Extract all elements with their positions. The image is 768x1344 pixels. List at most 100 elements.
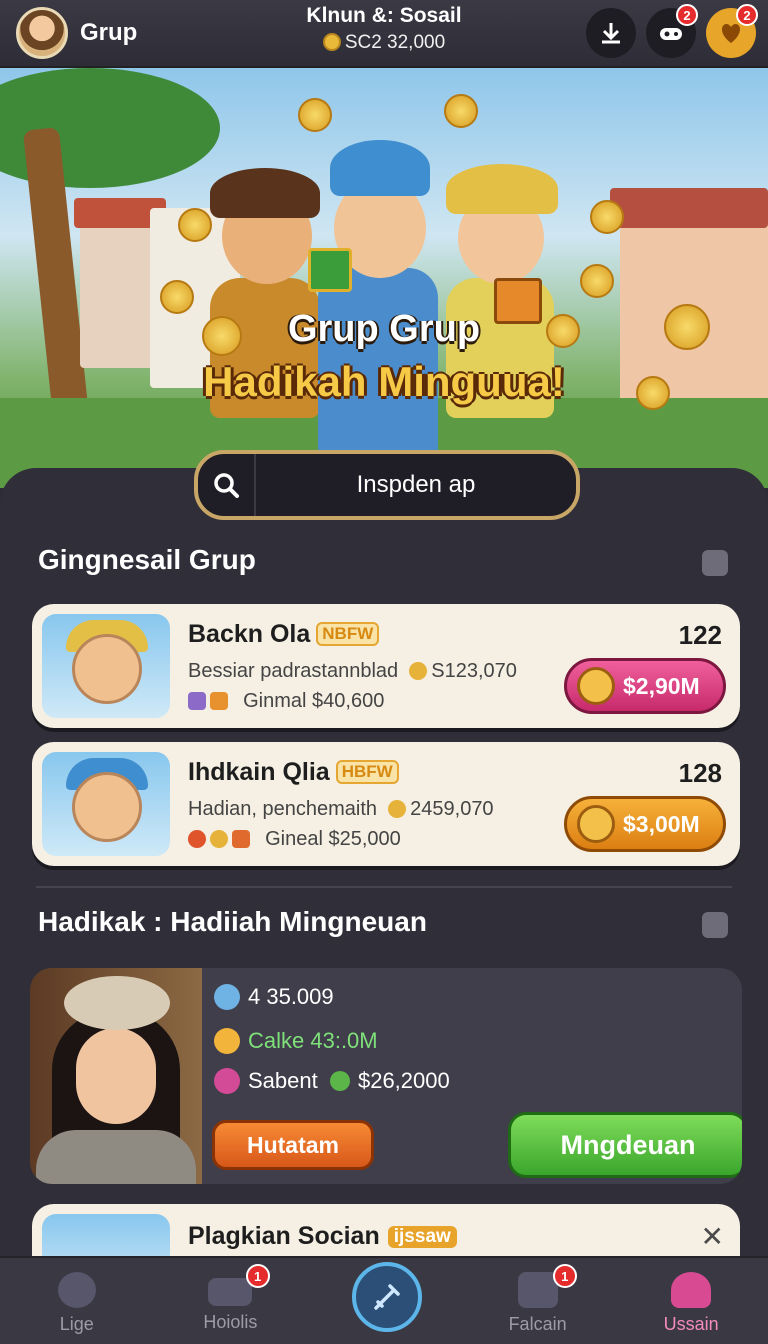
key-icon: [409, 662, 428, 680]
coin-icon: [298, 98, 332, 132]
card-description-text: Bessiar padrastannblad: [188, 660, 399, 682]
weekly-stat-row: Calke 43:.0M: [214, 1028, 378, 1054]
nav-item-hoiolis[interactable]: Hoiolis 1: [154, 1258, 308, 1344]
avatar[interactable]: [16, 7, 68, 59]
kid-left-hair: [210, 168, 320, 218]
car-icon: [208, 1278, 253, 1306]
fire-icon: [188, 830, 206, 848]
gift-box: [308, 248, 352, 292]
notification-badge: 2: [676, 4, 698, 26]
nav-label: Falcain: [508, 1314, 567, 1334]
card-name: Plagkian Socian ijssaw: [188, 1222, 457, 1251]
weekly-stat-value: Calke 43:.0M: [248, 1028, 378, 1053]
kid-right-hat: [446, 164, 558, 214]
top-icons: 2 2: [586, 4, 758, 58]
top-bar: Grup Klnun &: Sosail SC2 32,000 2 2: [0, 0, 768, 68]
weekly-stat-value: 4 35.009: [248, 984, 334, 1009]
money-icon: [329, 1071, 350, 1091]
badge-icon: [232, 830, 250, 848]
hero-banner: Grup Grup Hadikah Minguua!: [0, 68, 768, 488]
nav-label: Ussain: [663, 1314, 719, 1334]
secondary-button[interactable]: Hutatam: [212, 1120, 374, 1170]
section-title-groups: Gingnesail Grup: [38, 544, 256, 575]
search-bar[interactable]: Inspden ap: [194, 450, 580, 520]
primary-button[interactable]: Mngdeuan: [508, 1112, 742, 1178]
card-name: Backn Ola NBFW: [188, 620, 380, 649]
card-stats-text: Ginmal $40,600: [243, 690, 385, 712]
center-action-button[interactable]: [352, 1262, 422, 1332]
card-thumbnail: [42, 752, 170, 856]
edit-icon[interactable]: [702, 550, 728, 576]
card-name-text: Plagkian Socian: [188, 1222, 380, 1250]
card-description-text: Hadian, penchemaith: [188, 798, 378, 820]
card-name-text: Ihdkain Qlia: [188, 758, 330, 786]
download-icon[interactable]: [586, 8, 636, 58]
controller-icon[interactable]: 2: [646, 4, 698, 58]
user-icon: [671, 1272, 712, 1308]
portrait-coat: [36, 1130, 196, 1184]
card-description-value: 2459,070: [410, 798, 494, 820]
search-icon[interactable]: [198, 454, 256, 516]
weekly-stat-row: Sabent $26,2000: [214, 1068, 450, 1094]
sword-icon: [374, 1284, 400, 1310]
list-item[interactable]: Backn Ola NBFW Bessiar padrastannblad S12…: [32, 604, 740, 728]
winner-portrait: [30, 968, 202, 1184]
notification-badge: 1: [552, 1264, 577, 1288]
coin-icon: [590, 200, 624, 234]
card-tag: ijssaw: [387, 1226, 457, 1248]
card-stats-text: Gineal $25,000: [265, 828, 401, 850]
group-label[interactable]: Grup: [80, 19, 137, 47]
weekly-stat-row: 4 35.009: [214, 984, 334, 1010]
card-description: Bessiar padrastannblad S123,070: [188, 660, 517, 683]
coin-icon: [214, 1028, 240, 1054]
nav-label: Hoiolis: [203, 1312, 258, 1332]
prize-button[interactable]: $3,00M: [564, 796, 726, 852]
coin-balance-value: SC2 32,000: [344, 32, 446, 53]
card-count: 122: [678, 620, 722, 650]
weekly-stat-label: Sabent: [248, 1068, 318, 1093]
dog-icon: [57, 1272, 96, 1308]
nav-item-lige[interactable]: Lige: [0, 1258, 154, 1344]
prize-button-label: $3,00M: [623, 810, 700, 837]
house-right-roof: [610, 188, 768, 228]
heart-gift-icon[interactable]: 2: [706, 4, 758, 58]
notification-badge: 1: [245, 1264, 270, 1288]
rocket-icon: [214, 984, 240, 1010]
banner-subtitle: Hadikah Minguua!: [203, 358, 565, 405]
card-thumbnail: [42, 614, 170, 718]
coin-icon: [178, 208, 212, 242]
key-icon: [388, 800, 407, 818]
edit-icon[interactable]: [702, 912, 728, 938]
portrait-beret: [64, 976, 170, 1030]
list-item[interactable]: Ihdkain Qlia HBFW Hadian, penchemaith 245…: [32, 742, 740, 866]
prize-button[interactable]: $2,90M: [564, 658, 726, 714]
card-name: Ihdkain Qlia HBFW: [188, 758, 399, 787]
notification-badge: 2: [736, 4, 758, 26]
close-icon[interactable]: ✕: [701, 1220, 724, 1253]
card-tag: HBFW: [335, 760, 399, 784]
coin-icon: [577, 667, 615, 705]
kid-center-cap: [330, 140, 430, 196]
portrait-face: [76, 1028, 156, 1124]
banner-title: Grup Grup: [287, 308, 481, 350]
badge-icon: [188, 692, 206, 710]
weekly-stat-value: $26,2000: [357, 1068, 450, 1093]
search-input[interactable]: Inspden ap: [256, 471, 576, 499]
card-name-text: Backn Ola: [188, 620, 311, 648]
card-stats: Gineal $25,000: [188, 828, 401, 851]
smiley-coin-icon: [577, 805, 615, 843]
nav-item-falcain[interactable]: Falcain 1: [461, 1258, 615, 1344]
weekly-prize-card: 4 35.009 Calke 43:.0M Sabent $26,2000 Hu…: [30, 968, 742, 1184]
section-title-weekly: Hadikak : Hadiiah Mingneuan: [38, 906, 427, 937]
coin-icon: [322, 33, 341, 51]
nav-item-ussain[interactable]: Ussain: [614, 1258, 768, 1344]
thumbnail-face: [72, 772, 142, 842]
share-icon: [517, 1272, 558, 1308]
prize-button-label: $2,90M: [623, 672, 700, 699]
card-count: 128: [678, 758, 722, 788]
thumbnail-face: [72, 634, 142, 704]
card-stats: Ginmal $40,600: [188, 690, 384, 713]
card-description-value: S123,070: [431, 660, 517, 682]
mask-icon: [214, 1068, 240, 1094]
divider: [36, 886, 732, 888]
